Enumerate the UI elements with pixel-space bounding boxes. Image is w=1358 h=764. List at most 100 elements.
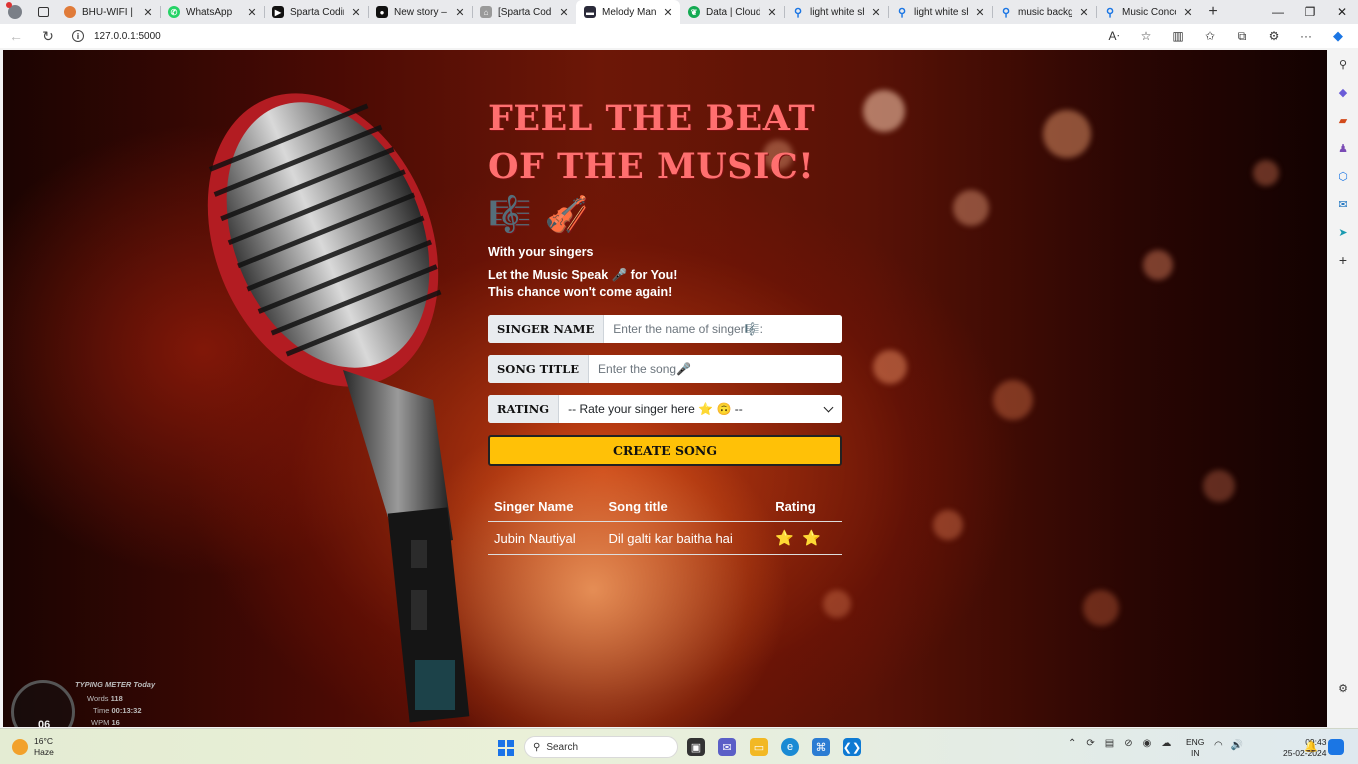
- back-arrow-icon[interactable]: ←: [0, 28, 32, 44]
- start-button[interactable]: [498, 740, 514, 756]
- search-favicon-icon: ⚲: [1105, 6, 1115, 19]
- vscode-icon[interactable]: ❮❯: [843, 738, 861, 756]
- time-row: Time 00:13:32: [93, 706, 142, 715]
- weather-widget[interactable]: 16°C Haze: [12, 736, 54, 758]
- rating-label: RATING: [488, 395, 560, 423]
- tab-mongodb[interactable]: ❦ Data | Cloud: M ✕: [680, 0, 784, 24]
- tools-icon[interactable]: ▰: [1335, 112, 1351, 128]
- rating-select[interactable]: -- Rate your singer here ⭐ 🙃 --: [559, 395, 842, 423]
- site-info-icon[interactable]: i: [72, 30, 84, 42]
- bokeh-light: [1083, 590, 1119, 626]
- tab-whatsapp[interactable]: ✆ WhatsApp ✕: [160, 0, 264, 24]
- sync-icon[interactable]: ⟳: [1086, 738, 1094, 749]
- tab-actions-icon: [37, 7, 49, 17]
- tab-sparta-coding[interactable]: ▶ Sparta Coding ✕: [264, 0, 368, 24]
- song-title-label: SONG TITLE: [488, 355, 590, 383]
- close-tab-icon[interactable]: ✕: [246, 6, 258, 19]
- vpn-off-icon[interactable]: ⊘: [1124, 738, 1132, 749]
- close-tab-icon[interactable]: ✕: [1078, 6, 1090, 19]
- favorites-icon[interactable]: ✩: [1196, 28, 1224, 44]
- chevron-down-icon: [823, 402, 834, 412]
- taskbar: 16°C Haze ⚲ Search ▣ ✉ ▭ e ⌘ ❮❯ ⌃ ⟳ ▤ ⊘ …: [0, 728, 1358, 764]
- song-title-input[interactable]: [589, 355, 842, 383]
- tab-search-3[interactable]: ⚲ music backgrou ✕: [992, 0, 1096, 24]
- search-icon[interactable]: ⚲: [1335, 56, 1351, 72]
- edge-browser-icon[interactable]: e: [781, 738, 799, 756]
- favorite-star-icon[interactable]: ☆: [1132, 28, 1160, 44]
- sidebar-settings-icon[interactable]: ⚙: [1335, 680, 1351, 696]
- close-tab-icon[interactable]: ✕: [558, 6, 570, 19]
- taskbar-search[interactable]: ⚲ Search: [524, 736, 678, 758]
- close-tab-icon[interactable]: ✕: [142, 6, 154, 19]
- language-line2: IN: [1190, 748, 1200, 758]
- microsoft365-icon[interactable]: ⬡: [1335, 168, 1351, 184]
- restore-icon[interactable]: ❐: [1294, 0, 1326, 24]
- minimize-icon[interactable]: —: [1262, 0, 1294, 24]
- tab-new-story[interactable]: ● New story – Me ✕: [368, 0, 472, 24]
- new-tab-button[interactable]: +: [1200, 0, 1226, 24]
- shopping-icon[interactable]: ◆: [1335, 84, 1351, 100]
- chrome-tray-icon[interactable]: ◉: [1143, 738, 1152, 749]
- copilot-icon[interactable]: ◆: [1324, 28, 1352, 44]
- sparta-favicon-icon: ▶: [272, 6, 284, 18]
- refresh-icon[interactable]: ↻: [32, 28, 64, 45]
- navigation-bar: ← ↻ i 127.0.0.1:5000 Aᐧ ☆ ▥ ✩ ⧉ ⚙ ··· ◆: [0, 24, 1358, 48]
- weather-haze-icon: [12, 739, 28, 755]
- close-tab-icon[interactable]: ✕: [350, 6, 362, 19]
- more-menu-icon[interactable]: ···: [1292, 28, 1320, 44]
- tab-actions-button[interactable]: [30, 0, 56, 24]
- singer-name-input[interactable]: [604, 315, 842, 343]
- close-window-icon[interactable]: ✕: [1326, 0, 1358, 24]
- profile-button[interactable]: [0, 0, 30, 24]
- close-tab-icon[interactable]: ✕: [1182, 6, 1194, 19]
- cloud-icon[interactable]: ☁: [1161, 738, 1171, 749]
- close-tab-icon[interactable]: ✕: [662, 6, 674, 19]
- search-label: Search: [546, 741, 579, 753]
- tab-title: Data | Cloud: M: [706, 6, 760, 18]
- tab-bhu-wifi[interactable]: BHU-WIFI | Login ✕: [56, 0, 160, 24]
- outlook-icon[interactable]: ✉: [1335, 196, 1351, 212]
- drop-icon[interactable]: ➤: [1335, 224, 1351, 240]
- page-headline: FEEL THE BEAT OF THE MUSIC! 🎼 🎻: [488, 98, 816, 235]
- rating-group: RATING -- Rate your singer here ⭐ 🙃 --: [488, 395, 842, 423]
- close-tab-icon[interactable]: ✕: [870, 6, 882, 19]
- chevron-up-icon[interactable]: ⌃: [1068, 738, 1076, 749]
- create-song-button[interactable]: CREATE SONG: [488, 435, 842, 466]
- typing-meter-title: TYPING METER Today: [75, 680, 156, 689]
- song-title-group: SONG TITLE: [488, 355, 842, 383]
- song-form: SINGER NAME SONG TITLE RATING -- Rate yo…: [488, 315, 842, 466]
- browser-toolbar: Aᐧ ☆ ▥ ✩ ⧉ ⚙ ··· ◆: [1100, 28, 1358, 44]
- tab-search-1[interactable]: ⚲ light white shac ✕: [784, 0, 888, 24]
- games-icon[interactable]: ♟: [1335, 140, 1351, 156]
- file-explorer-icon[interactable]: ▭: [750, 738, 768, 756]
- words-label: Words: [87, 694, 109, 703]
- tab-title: New story – Me: [394, 6, 448, 18]
- teams-tray-icon[interactable]: ▤: [1105, 738, 1114, 749]
- remote-desktop-icon[interactable]: ⌘: [812, 738, 830, 756]
- split-screen-icon[interactable]: ▥: [1164, 28, 1192, 44]
- words-row: Words 118: [87, 694, 123, 703]
- add-sidebar-app-icon[interactable]: +: [1335, 252, 1351, 268]
- tab-search-4[interactable]: ⚲ Music Concert ✕: [1096, 0, 1200, 24]
- extensions-icon[interactable]: ⚙: [1260, 28, 1288, 44]
- copilot-taskbar-icon[interactable]: [1328, 739, 1344, 755]
- read-aloud-icon[interactable]: Aᐧ: [1100, 28, 1128, 44]
- column-header: Song title: [602, 499, 770, 522]
- collections-icon[interactable]: ⧉: [1228, 28, 1256, 44]
- language-indicator[interactable]: ENG IN: [1186, 737, 1204, 759]
- document-favicon-icon: ⌂: [480, 6, 492, 18]
- tab-search-2[interactable]: ⚲ light white shac ✕: [888, 0, 992, 24]
- close-tab-icon[interactable]: ✕: [974, 6, 986, 19]
- tab-sparta-coding-2[interactable]: ⌂ [Sparta Coding ✕: [472, 0, 576, 24]
- address-bar[interactable]: i 127.0.0.1:5000: [72, 30, 161, 42]
- task-view-icon[interactable]: ▣: [687, 738, 705, 756]
- tab-melody-mania[interactable]: ▬ Melody Mania ✕: [576, 0, 680, 24]
- notification-bell-icon[interactable]: 🔔: [1304, 740, 1318, 753]
- close-tab-icon[interactable]: ✕: [454, 6, 466, 19]
- tagline-line-2: This chance won't come again!: [488, 285, 673, 299]
- time-value: 00:13:32: [111, 706, 142, 715]
- quick-settings[interactable]: ◠ 🔊: [1214, 740, 1243, 751]
- close-tab-icon[interactable]: ✕: [766, 6, 778, 19]
- teams-chat-icon[interactable]: ✉: [718, 738, 736, 756]
- address-url[interactable]: 127.0.0.1:5000: [94, 31, 161, 42]
